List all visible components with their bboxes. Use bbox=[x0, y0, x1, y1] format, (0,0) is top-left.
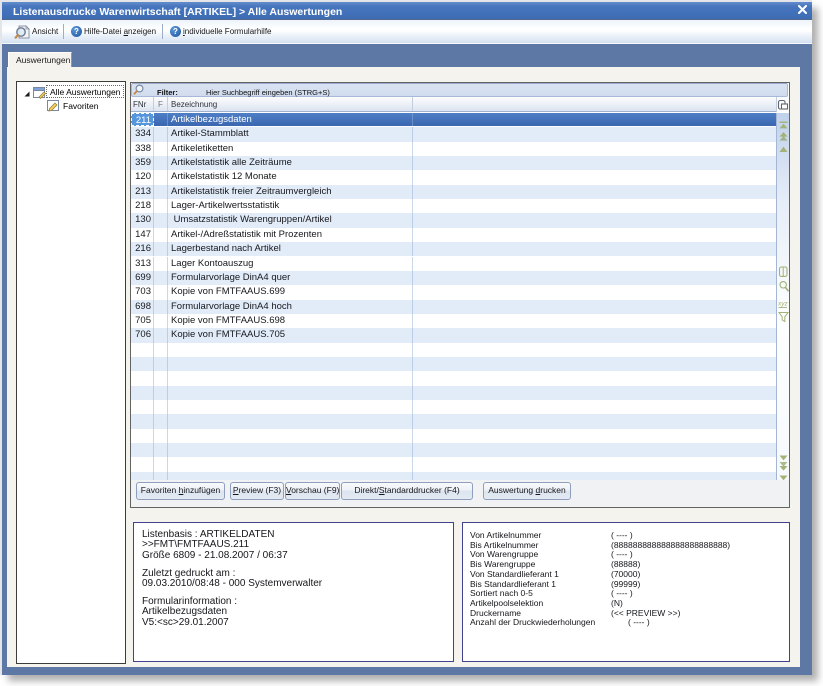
svg-text:xyz: xyz bbox=[778, 301, 789, 308]
